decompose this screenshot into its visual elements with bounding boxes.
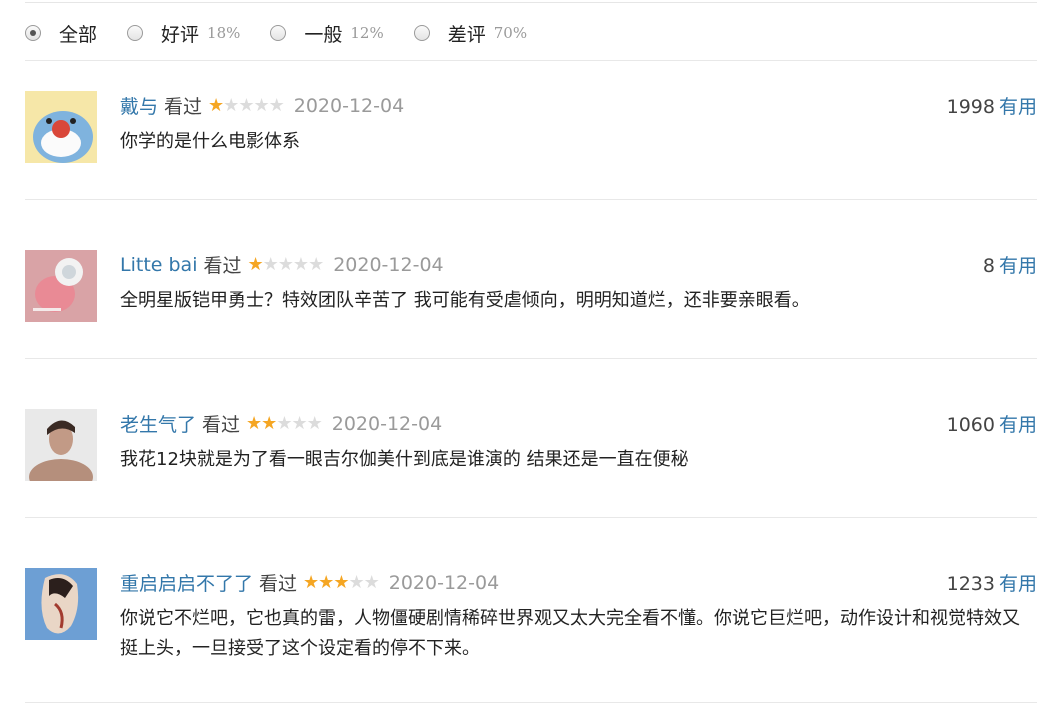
- star-empty-icon: ★: [308, 253, 324, 275]
- review-date: 2020-12-04: [388, 571, 500, 594]
- star-empty-icon: ★: [348, 571, 364, 593]
- star-empty-icon: ★: [262, 253, 279, 275]
- vote-box: 8 有用: [983, 251, 1037, 278]
- vote-count: 1060: [946, 414, 995, 436]
- review-content: 我花12块就是为了看一眼吉尔伽美什到底是谁演的 结果还是一直在便秘: [120, 449, 689, 470]
- star-empty-icon: ★: [292, 253, 309, 275]
- star-empty-icon: ★: [223, 94, 239, 116]
- author-name[interactable]: 老生气了: [120, 410, 196, 437]
- star-rating: ★ ★ ★ ★ ★: [246, 412, 323, 434]
- review-date: 2020-12-04: [293, 94, 405, 117]
- vote-count: 1233: [946, 573, 995, 595]
- star-filled-icon: ★: [333, 571, 349, 593]
- star-filled-icon: ★: [303, 571, 319, 593]
- review-content: 你说它不烂吧，它也真的雷，人物僵硬剧情稀碎世界观又太大完全看不懂。你说它巨烂吧，…: [120, 608, 1020, 659]
- star-filled-icon: ★: [246, 412, 262, 434]
- review-meta: 戴与 看过 ★ ★ ★ ★ ★ 2020-12-04: [120, 92, 404, 119]
- filter-label: 全部: [59, 23, 98, 46]
- star-empty-icon: ★: [238, 94, 254, 116]
- review-content: 你学的是什么电影体系: [120, 131, 300, 152]
- filter-percentage: 18%: [207, 24, 241, 42]
- review-content: 全明星版铠甲勇士？特效团队辛苦了 我可能有受虐倾向，明明知道烂，还非要亲眼看。: [120, 290, 810, 311]
- star-empty-icon: ★: [268, 94, 285, 116]
- avatar[interactable]: [25, 568, 97, 640]
- divider: [25, 517, 1037, 518]
- avatar[interactable]: [25, 250, 97, 322]
- divider: [25, 702, 1037, 703]
- radio-button[interactable]: [270, 25, 287, 41]
- star-rating: ★ ★ ★ ★ ★: [303, 571, 380, 593]
- vote-count: 1998: [946, 96, 995, 118]
- filter-all[interactable]: 全部: [25, 20, 97, 47]
- author-name[interactable]: 戴与: [120, 92, 158, 119]
- vote-box: 1998 有用: [947, 92, 1037, 119]
- avatar[interactable]: [25, 91, 97, 163]
- useful-button[interactable]: 有用: [999, 96, 1037, 118]
- author-name[interactable]: Litte bai: [120, 254, 197, 276]
- radio-button[interactable]: [25, 25, 41, 41]
- review-meta: 重启启启不了了 看过 ★ ★ ★ ★ ★ 2020-12-04: [120, 569, 499, 596]
- radio-button[interactable]: [413, 25, 430, 41]
- star-filled-icon: ★: [208, 94, 224, 116]
- watch-status: 看过: [259, 573, 298, 595]
- vote-box: 1233 有用: [947, 569, 1037, 596]
- star-empty-icon: ★: [363, 571, 380, 593]
- vote-count: 8: [982, 255, 995, 277]
- filter-neutral[interactable]: 一般 12%: [270, 20, 384, 47]
- divider: [25, 199, 1037, 200]
- filter-negative[interactable]: 差评 70%: [413, 20, 528, 47]
- review-meta: Litte bai 看过 ★ ★ ★ ★ ★ 2020-12-04: [120, 251, 444, 278]
- star-filled-icon: ★: [261, 412, 277, 434]
- vote-box: 1060 有用: [947, 410, 1037, 437]
- star-filled-icon: ★: [247, 253, 264, 275]
- star-rating: ★ ★ ★ ★ ★: [247, 253, 325, 275]
- star-empty-icon: ★: [277, 253, 294, 275]
- avatar[interactable]: [25, 409, 97, 481]
- review-meta: 老生气了 看过 ★ ★ ★ ★ ★ 2020-12-04: [120, 410, 442, 437]
- useful-button[interactable]: 有用: [999, 414, 1037, 436]
- rating-filter-bar: 全部 好评 18% 一般 12% 差评 70%: [25, 18, 557, 48]
- star-rating: ★ ★ ★ ★ ★: [208, 94, 285, 116]
- star-empty-icon: ★: [276, 412, 292, 434]
- top-divider: [25, 2, 1037, 3]
- filter-percentage: 12%: [350, 24, 384, 42]
- filter-positive[interactable]: 好评 18%: [127, 20, 240, 47]
- filter-label: 好评: [161, 23, 200, 46]
- star-empty-icon: ★: [306, 412, 323, 434]
- review-date: 2020-12-04: [333, 253, 444, 276]
- star-empty-icon: ★: [253, 94, 269, 116]
- filter-label: 差评: [447, 23, 486, 46]
- filter-percentage: 70%: [493, 24, 528, 42]
- useful-button[interactable]: 有用: [999, 255, 1037, 277]
- watch-status: 看过: [164, 96, 203, 118]
- divider: [25, 358, 1037, 359]
- watch-status: 看过: [202, 414, 241, 436]
- author-name[interactable]: 重启启启不了了: [120, 569, 253, 596]
- divider: [25, 60, 1037, 61]
- star-empty-icon: ★: [291, 412, 307, 434]
- star-filled-icon: ★: [318, 571, 334, 593]
- review-date: 2020-12-04: [331, 412, 443, 435]
- radio-button[interactable]: [127, 25, 144, 41]
- watch-status: 看过: [203, 255, 242, 277]
- filter-label: 一般: [304, 23, 343, 46]
- useful-button[interactable]: 有用: [999, 573, 1037, 595]
